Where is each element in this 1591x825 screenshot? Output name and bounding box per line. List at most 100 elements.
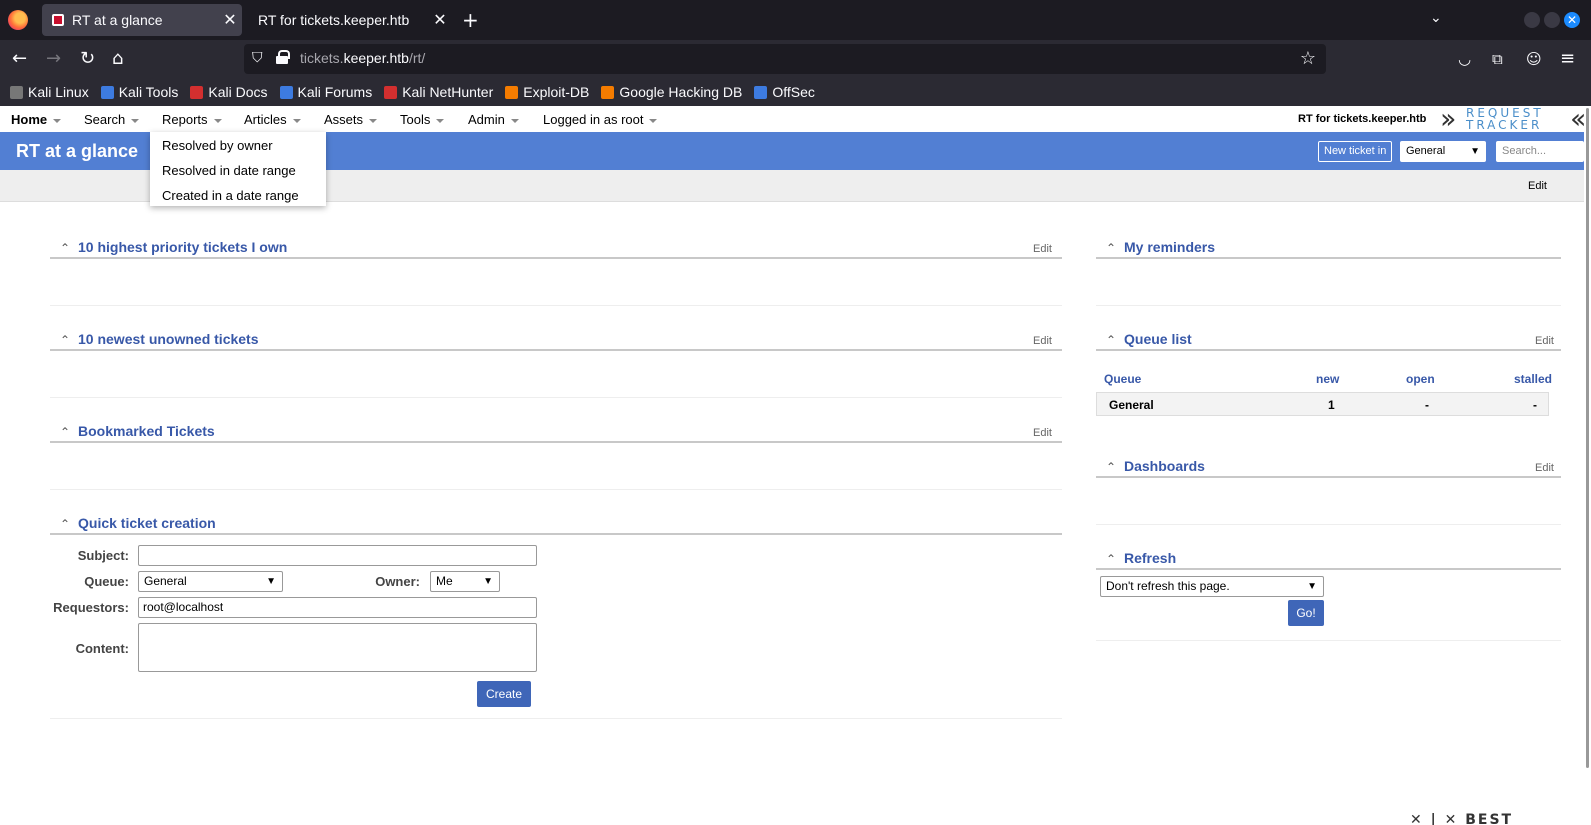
firefox-menu-icon[interactable] [8,10,28,30]
create-button[interactable]: Create [477,681,531,707]
widget-edit-link[interactable]: Edit [1033,427,1052,439]
kali-tools-icon [100,85,114,99]
bookmark-star-icon[interactable]: ☆ [1300,48,1316,69]
widget-title-newest-unowned[interactable]: ⌃ 10 newest unowned tickets [60,331,259,347]
widget-title-refresh[interactable]: ⌃ Refresh [1106,550,1176,566]
edit-page-link[interactable]: Edit [1528,180,1547,192]
content-textarea[interactable] [138,623,537,672]
queue-select[interactable]: General ▼ [138,571,283,592]
menu-home[interactable]: Home [11,112,62,127]
forward-icon[interactable]: → [46,49,61,69]
widget-title-dashboards[interactable]: ⌃ Dashboards [1106,458,1205,474]
maximize-icon[interactable] [1544,12,1560,28]
browser-nav-bar: ← → ↻ ⌂ ⛉ tickets.keeper.htb/rt/ ☆ ◡ ⧉ ☺… [0,40,1591,78]
menu-tools[interactable]: Tools [400,112,445,127]
minimize-icon[interactable] [1524,12,1540,28]
menu-item-resolved-in-date-range[interactable]: Resolved in date range [162,163,296,178]
bookmark-kali-linux[interactable]: Kali Linux [10,84,89,100]
reports-dropdown-menu: Resolved by owner Resolved in date range… [150,132,326,206]
caret-down-icon [510,118,519,123]
bookmark-google-hacking-db[interactable]: Google Hacking DB [601,84,742,100]
widget-title-quick-create[interactable]: ⌃ Quick ticket creation [60,515,216,531]
collapse-chevron-up-icon[interactable]: ⌃ [60,425,78,439]
collapse-chevron-up-icon[interactable]: ⌃ [1106,333,1124,347]
quick-search-input[interactable]: Search... [1496,141,1584,162]
tab-close-icon[interactable]: ✕ [428,10,452,30]
collapse-chevron-up-icon[interactable]: ⌃ [1106,552,1124,566]
queue-new-count[interactable]: 1 [1328,398,1335,412]
subject-input[interactable] [138,545,537,566]
bookmark-kali-nethunter[interactable]: Kali NetHunter [384,84,493,100]
bookmark-kali-tools[interactable]: Kali Tools [100,84,178,100]
widget-edit-link[interactable]: Edit [1535,335,1554,347]
page-scrollbar[interactable] [1584,106,1591,825]
back-icon[interactable]: ← [12,49,27,69]
new-tab-icon[interactable]: + [462,8,479,32]
extensions-icon[interactable]: ⧉ [1492,49,1503,69]
collapse-chevron-up-icon[interactable]: ⌃ [1106,241,1124,255]
collapse-chevron-up-icon[interactable]: ⌃ [60,517,78,531]
reload-icon[interactable]: ↻ [80,49,95,69]
queue-list-header-open[interactable]: open [1406,372,1435,386]
widget-title-bookmarked[interactable]: ⌃ Bookmarked Tickets [60,423,215,439]
refresh-go-button[interactable]: Go! [1288,600,1324,626]
bookmark-offsec[interactable]: OffSec [754,84,815,100]
tracking-shield-icon[interactable]: ⛉ [252,50,263,66]
window-close-icon[interactable]: ✕ [1564,12,1580,28]
lock-icon[interactable] [276,50,290,64]
menu-item-resolved-by-owner[interactable]: Resolved by owner [162,138,273,153]
menu-admin[interactable]: Admin [468,112,519,127]
tab-title: RT at a glance [72,12,163,28]
pocket-icon[interactable]: ◡ [1458,49,1471,69]
collapse-chevron-up-icon[interactable]: ⌃ [1106,460,1124,474]
queue-list-header-queue[interactable]: Queue [1104,372,1141,386]
menu-reports[interactable]: Reports [162,112,222,127]
widget-title-queue-list[interactable]: ⌃ Queue list [1106,331,1192,347]
page-title: RT at a glance [16,141,139,161]
requestors-input[interactable]: root@localhost [138,597,537,618]
queue-list-header-new[interactable]: new [1316,372,1339,386]
new-ticket-button[interactable]: New ticket in [1318,141,1393,162]
menu-search[interactable]: Search [84,112,140,127]
widget-title-highest-priority[interactable]: ⌃ 10 highest priority tickets I own [60,239,287,255]
menu-assets[interactable]: Assets [324,112,378,127]
queue-list-header-stalled[interactable]: stalled [1514,372,1552,386]
queue-open-count[interactable]: - [1425,398,1429,412]
tab-rt-at-a-glance[interactable]: RT at a glance ✕ [42,4,242,36]
collapse-chevron-up-icon[interactable]: ⌃ [60,333,78,347]
subject-label: Subject: [77,548,129,563]
widget-edit-link[interactable]: Edit [1033,335,1052,347]
bookmark-kali-forums[interactable]: Kali Forums [279,84,372,100]
new-ticket-queue-select[interactable]: General ▼ [1400,141,1486,162]
queue-stalled-count[interactable]: - [1533,398,1537,412]
menu-item-created-in-date-range[interactable]: Created in a date range [162,188,299,203]
home-icon[interactable]: ⌂ [112,49,123,69]
collapse-chevron-up-icon[interactable]: ⌃ [60,241,78,255]
menu-articles[interactable]: Articles [244,112,301,127]
widget-title-my-reminders[interactable]: ⌃ My reminders [1106,239,1215,255]
widget-edit-link[interactable]: Edit [1535,462,1554,474]
url-text[interactable]: tickets.keeper.htb/rt/ [300,50,425,66]
queue-name-link[interactable]: General [1109,398,1154,412]
list-all-tabs-icon[interactable]: ⌄ [1430,10,1442,26]
scrollbar-thumb[interactable] [1586,108,1589,768]
table-row: General 1 - - [1096,392,1549,416]
widget-edit-link[interactable]: Edit [1033,243,1052,255]
app-menu-icon[interactable]: ≡ [1560,49,1575,69]
kali-linux-icon [10,85,23,99]
browser-tab-bar: RT at a glance ✕ RT for tickets.keeper.h… [0,0,1591,40]
owner-select[interactable]: Me ▼ [430,571,500,592]
menu-logged-in[interactable]: Logged in as root [543,112,658,127]
widget-divider [1096,349,1561,351]
chevron-down-icon: ▼ [1470,146,1480,157]
chevron-down-icon: ▼ [266,576,276,587]
tab-close-icon[interactable]: ✕ [218,10,242,30]
url-bar[interactable]: ⛉ tickets.keeper.htb/rt/ ☆ [244,44,1326,74]
rt-instance-name: RT for tickets.keeper.htb [1298,113,1427,125]
account-icon[interactable]: ☺ [1526,49,1542,69]
offsec-icon [754,85,768,99]
bookmark-exploit-db[interactable]: Exploit-DB [505,84,589,100]
refresh-interval-select[interactable]: Don't refresh this page. ▼ [1100,576,1324,597]
bookmark-kali-docs[interactable]: Kali Docs [190,84,268,100]
tab-rt-for-keeper[interactable]: RT for tickets.keeper.htb ✕ [246,4,452,36]
